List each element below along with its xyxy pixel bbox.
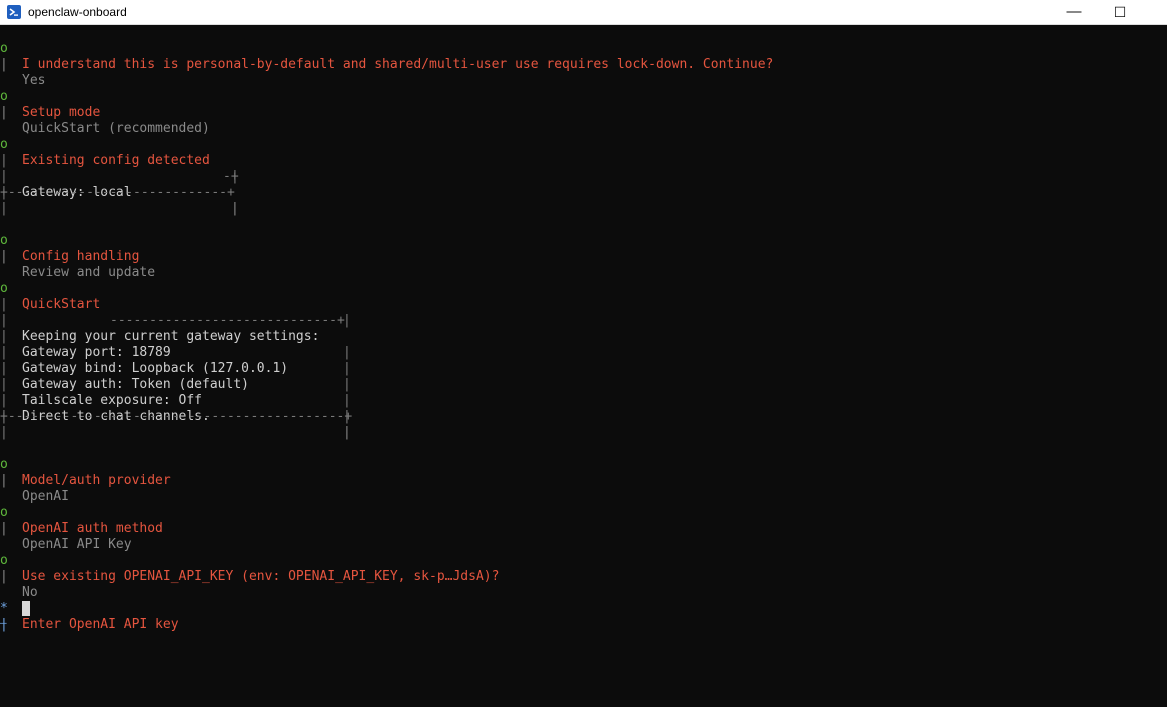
box-line: | Direct to chat channels. | xyxy=(0,377,351,440)
box-line: | Gateway: local | xyxy=(0,153,239,216)
window-title: openclaw-onboard xyxy=(28,5,127,19)
step-auth-method: o OpenAI auth method xyxy=(0,489,163,536)
step-setup-mode: o Setup mode xyxy=(0,73,100,120)
quickstart-line: Gateway bind: Loopback (127.0.0.1) xyxy=(22,361,289,376)
auth-method-title: OpenAI auth method xyxy=(22,521,163,536)
provider-title: Model/auth provider xyxy=(22,473,171,488)
title-bar: openclaw-onboard — ☐ xyxy=(0,0,1167,25)
box-line: | | xyxy=(0,169,239,216)
quickstart-line: Gateway port: 18789 xyxy=(22,345,171,360)
box-line: | Keeping your current gateway settings:… xyxy=(0,297,351,360)
config-handling-title: Config handling xyxy=(22,249,140,264)
gutter-pipe: | xyxy=(0,201,8,216)
quickstart-box-bottom: +---------------------------------------… xyxy=(0,409,353,424)
existing-config-title: Existing config detected xyxy=(22,153,210,168)
step-enter-key: * Enter OpenAI API key xyxy=(0,585,179,632)
terminal-output[interactable]: o I understand this is personal-by-defau… xyxy=(0,25,1167,707)
use-existing-answer-line: | No xyxy=(0,553,38,600)
box-line: | Gateway auth: Token (default) | xyxy=(0,345,351,408)
box-edge: | xyxy=(343,425,351,440)
existing-config-box-top: o Existing config detected -+ xyxy=(0,121,239,184)
existing-config-box-bottom: +----------------------------+ xyxy=(0,185,235,200)
security-answer-line: | Yes xyxy=(0,41,45,88)
text-cursor xyxy=(22,601,30,616)
gutter-pipe: | xyxy=(0,473,8,488)
config-handling-value: Review and update xyxy=(22,265,156,280)
quickstart-box-top: o QuickStart ---------------------------… xyxy=(0,265,345,328)
step-provider: o Model/auth provider xyxy=(0,441,171,488)
gutter-pipe: | xyxy=(0,521,8,536)
quickstart-line: Gateway auth: Token (default) xyxy=(22,377,249,392)
gutter-pipe: | xyxy=(0,249,8,264)
box-edge: | xyxy=(343,361,351,376)
quickstart-line: Keeping your current gateway settings: xyxy=(22,329,320,344)
auth-method-answer-line: | OpenAI API Key xyxy=(0,505,132,552)
powershell-icon xyxy=(7,5,21,19)
enter-key-title: Enter OpenAI API key xyxy=(22,617,179,632)
box-edge: | xyxy=(231,169,239,184)
box-line: | | xyxy=(0,137,239,184)
setup-mode-value: QuickStart (recommended) xyxy=(22,121,210,136)
gutter-pipe: | xyxy=(0,425,8,440)
step-use-existing-key: o Use existing OPENAI_API_KEY (env: OPEN… xyxy=(0,537,499,584)
gutter-pipe: | xyxy=(0,569,8,584)
minimize-button[interactable]: — xyxy=(1051,0,1097,25)
box-edge: | xyxy=(343,393,351,408)
provider-answer-line: | OpenAI xyxy=(0,457,69,504)
input-underline: – xyxy=(0,616,7,629)
security-prompt: I understand this is personal-by-default… xyxy=(22,57,774,72)
box-line: | | xyxy=(0,281,351,328)
gutter-pipe: | xyxy=(0,105,8,120)
gutter-pipe: | xyxy=(0,57,8,72)
quickstart-title: QuickStart xyxy=(22,297,101,312)
box-edge: | xyxy=(343,345,351,360)
box-line: | Gateway bind: Loopback (127.0.0.1) | xyxy=(0,329,351,392)
step-config-handling: o Config handling xyxy=(0,217,139,264)
auth-method-value: OpenAI API Key xyxy=(22,537,132,552)
box-edge: | xyxy=(343,313,351,328)
quickstart-line: Tailscale exposure: Off xyxy=(22,393,203,408)
setup-mode-title: Setup mode xyxy=(22,105,101,120)
box-line: | Gateway port: 18789 | xyxy=(0,313,351,376)
step-security: o I understand this is personal-by-defau… xyxy=(0,25,773,72)
use-existing-title: Use existing OPENAI_API_KEY (env: OPENAI… xyxy=(22,569,500,584)
box-border: -----------------------------+ xyxy=(110,313,345,328)
maximize-button[interactable]: ☐ xyxy=(1097,0,1143,25)
box-edge: | xyxy=(343,377,351,392)
box-edge: | xyxy=(231,201,239,216)
box-line: | Tailscale exposure: Off | xyxy=(0,361,351,424)
config-handling-answer-line: | Review and update xyxy=(0,233,155,280)
setup-mode-answer-line: | QuickStart (recommended) xyxy=(0,89,210,136)
box-line: | | xyxy=(0,393,351,440)
